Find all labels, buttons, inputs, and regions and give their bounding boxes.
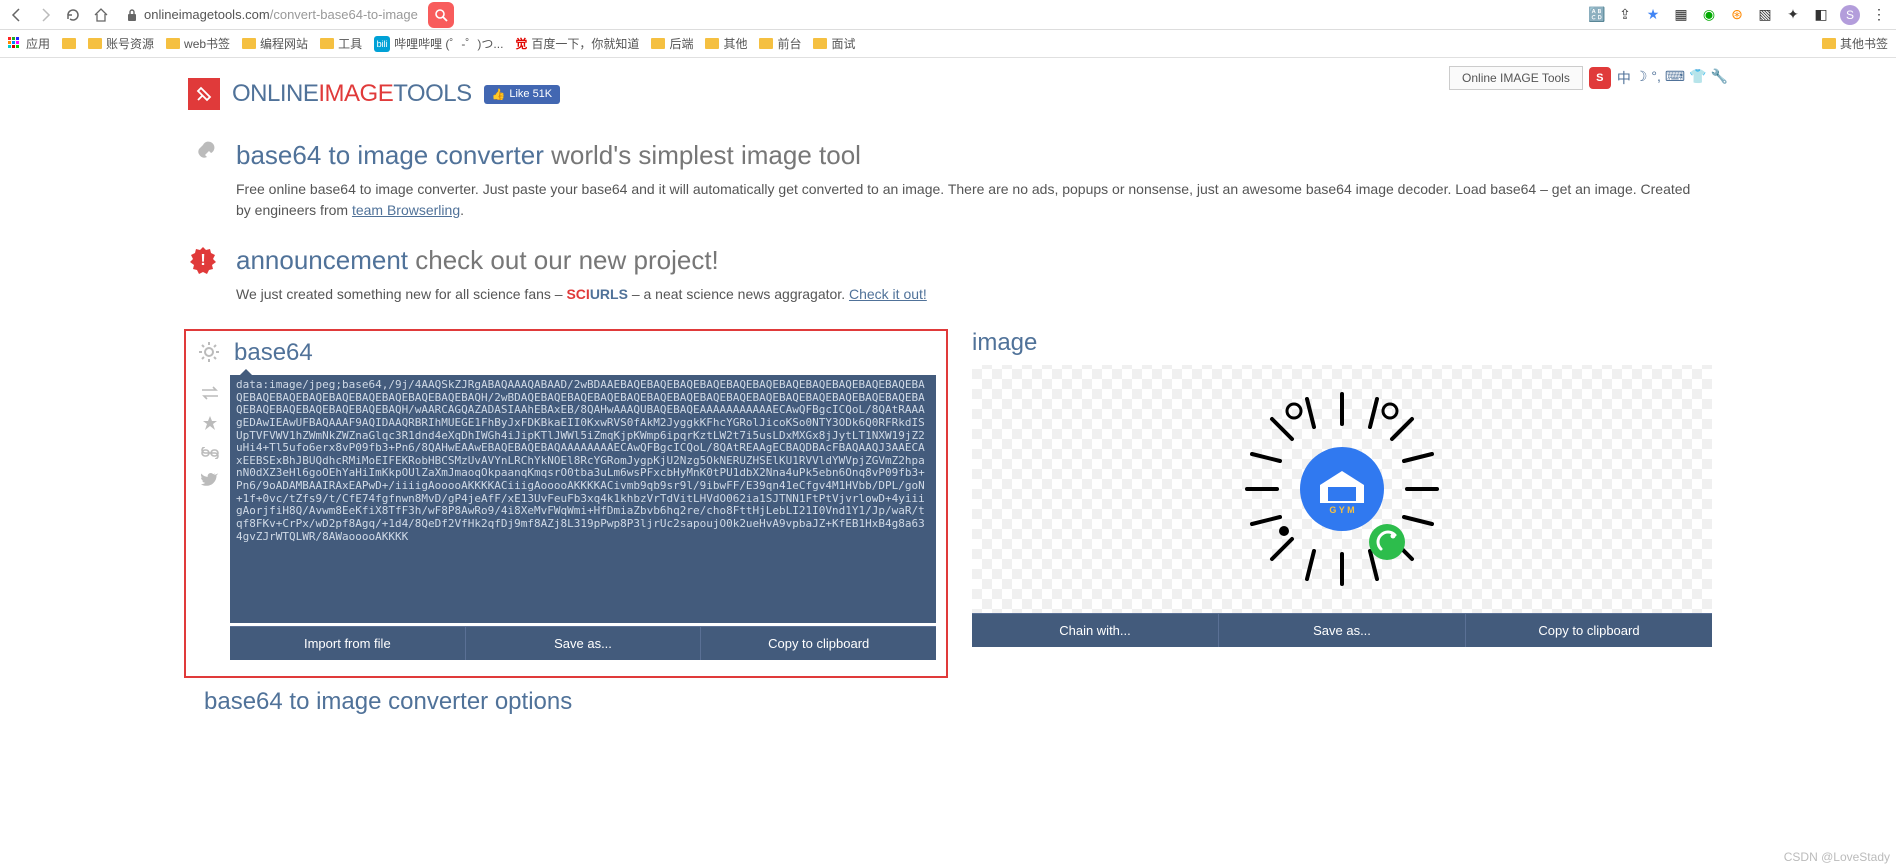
folder-icon — [705, 38, 719, 49]
chain-button[interactable]: Chain with... — [972, 613, 1218, 647]
browserling-link[interactable]: team Browserling — [352, 202, 460, 218]
moon-icon[interactable]: ☽ — [1635, 68, 1648, 88]
star-icon[interactable]: ★ — [1644, 6, 1662, 24]
folder-icon — [62, 38, 76, 49]
logo-icon[interactable] — [188, 78, 220, 110]
folder-icon — [1822, 38, 1836, 49]
bookmark-web[interactable]: web书签 — [166, 35, 230, 52]
output-qr-image: G Y M — [1232, 379, 1452, 599]
ext-icon-1[interactable]: ▦ — [1672, 6, 1690, 24]
bookmark-frontend[interactable]: 前台 — [759, 35, 801, 52]
extensions-row: 🔠 ⇪ ★ ▦ ◉ ⊛ ▧ ✦ ◧ S ⋮ — [1588, 5, 1888, 25]
watermark: CSDN @LoveStady — [1784, 850, 1890, 864]
converter-panels: base64 Import from file Save as... Copy … — [168, 329, 1728, 678]
logo-text[interactable]: ONLINEIMAGETOOLS — [232, 80, 472, 108]
ime-badge[interactable]: S — [1589, 67, 1611, 89]
apps-shortcut[interactable]: 应用 — [8, 35, 50, 52]
link-icon[interactable] — [200, 447, 220, 459]
folder-icon — [813, 38, 827, 49]
bookmark-programming[interactable]: 编程网站 — [242, 35, 308, 52]
folder-icon — [320, 38, 334, 49]
facebook-like-button[interactable]: 👍Like 51K — [484, 85, 561, 104]
announcement-title: announcement check out our new project! — [236, 245, 1708, 276]
page-content: Online IMAGE Tools S 中 ☽ °, ⌨ 👕 🔧 ONLINE… — [168, 58, 1728, 776]
base64-title: base64 — [234, 339, 313, 367]
announcement-icon: ! — [188, 245, 220, 277]
folder-icon — [88, 38, 102, 49]
folder-icon — [651, 38, 665, 49]
swap-icon[interactable] — [200, 385, 220, 401]
profile-avatar[interactable]: S — [1840, 5, 1860, 25]
pointer-icon — [240, 369, 252, 375]
wrench-icon — [188, 140, 220, 172]
ext-icon-3[interactable]: ⊛ — [1728, 6, 1746, 24]
back-button[interactable] — [8, 6, 26, 24]
bookmark-other[interactable]: 其他 — [705, 35, 747, 52]
thumbs-up-icon: 👍 — [492, 88, 506, 101]
sciurls-link[interactable]: Check it out! — [849, 286, 927, 302]
url-bar[interactable]: onlineimagetools.com/convert-base64-to-i… — [120, 3, 1578, 27]
hero-description: Free online base64 to image converter. J… — [236, 179, 1708, 221]
top-right-widgets: Online IMAGE Tools S 中 ☽ °, ⌨ 👕 🔧 — [1449, 66, 1728, 90]
bookmark-accounts[interactable]: 账号资源 — [88, 35, 154, 52]
options-title: base64 to image converter options — [168, 688, 1728, 716]
save-button[interactable]: Save as... — [465, 626, 701, 660]
copy-button[interactable]: Copy to clipboard — [700, 626, 936, 660]
folder-icon — [242, 38, 256, 49]
ime-icon[interactable]: 中 — [1617, 68, 1631, 88]
hero-title: base64 to image converter world's simple… — [236, 140, 1708, 171]
ad-box[interactable]: Online IMAGE Tools — [1449, 66, 1583, 90]
extensions-icon[interactable]: ✦ — [1784, 6, 1802, 24]
svg-text:G Y M: G Y M — [1329, 505, 1354, 515]
import-button[interactable]: Import from file — [230, 626, 465, 660]
bookmark-tools[interactable]: 工具 — [320, 35, 362, 52]
base64-panel: base64 Import from file Save as... Copy … — [184, 329, 948, 678]
apps-icon — [8, 37, 22, 51]
panel-icon[interactable]: ◧ — [1812, 6, 1830, 24]
bookmark-baidu[interactable]: 觉百度一下，你就知道 — [515, 35, 639, 52]
ime-tools: 中 ☽ °, ⌨ 👕 🔧 — [1617, 68, 1728, 88]
home-button[interactable] — [92, 6, 110, 24]
save-image-button[interactable]: Save as... — [1218, 613, 1465, 647]
hero-section: base64 to image converter world's simple… — [168, 140, 1728, 221]
translate-icon[interactable]: 🔠 — [1588, 6, 1606, 24]
ext-icon-4[interactable]: ▧ — [1756, 6, 1774, 24]
menu-icon[interactable]: ⋮ — [1870, 6, 1888, 24]
twitter-icon[interactable] — [201, 473, 219, 489]
svg-text:!: ! — [200, 252, 205, 269]
bookmark-bilibili[interactable]: bili哔哩哔哩 (゜-゜)つ... — [374, 35, 503, 52]
bookmark-interview[interactable]: 面试 — [813, 35, 855, 52]
folder-icon — [759, 38, 773, 49]
punct-icon[interactable]: °, — [1651, 68, 1661, 88]
keyboard-icon[interactable]: ⌨ — [1665, 68, 1685, 88]
announcement-section: ! announcement check out our new project… — [168, 245, 1728, 305]
bilibili-icon: bili — [374, 36, 390, 52]
search-icon[interactable] — [428, 2, 454, 28]
forward-button[interactable] — [36, 6, 54, 24]
bookmark-other-right[interactable]: 其他书签 — [1822, 35, 1888, 52]
shirt-icon[interactable]: 👕 — [1689, 68, 1706, 88]
image-output[interactable]: G Y M — [972, 365, 1712, 613]
side-tools — [196, 375, 224, 660]
image-panel: image — [972, 329, 1712, 678]
wrench-icon[interactable]: 🔧 — [1711, 68, 1728, 88]
bookmark-folder[interactable] — [62, 38, 76, 49]
bookmarks-bar: 应用 账号资源 web书签 编程网站 工具 bili哔哩哔哩 (゜-゜)つ...… — [0, 30, 1896, 58]
base64-input[interactable] — [230, 375, 936, 623]
share-icon[interactable]: ⇪ — [1616, 6, 1634, 24]
lock-icon — [126, 8, 138, 22]
favorite-icon[interactable] — [201, 415, 219, 433]
bookmark-backend[interactable]: 后端 — [651, 35, 693, 52]
folder-icon — [166, 38, 180, 49]
reload-button[interactable] — [64, 6, 82, 24]
baidu-icon: 觉 — [515, 35, 527, 52]
image-title: image — [972, 329, 1037, 357]
announcement-description: We just created something new for all sc… — [236, 284, 1708, 305]
ext-icon-2[interactable]: ◉ — [1700, 6, 1718, 24]
url-text: onlineimagetools.com/convert-base64-to-i… — [144, 7, 418, 22]
copy-image-button[interactable]: Copy to clipboard — [1465, 613, 1712, 647]
gear-icon[interactable] — [196, 339, 224, 367]
browser-toolbar: onlineimagetools.com/convert-base64-to-i… — [0, 0, 1896, 30]
